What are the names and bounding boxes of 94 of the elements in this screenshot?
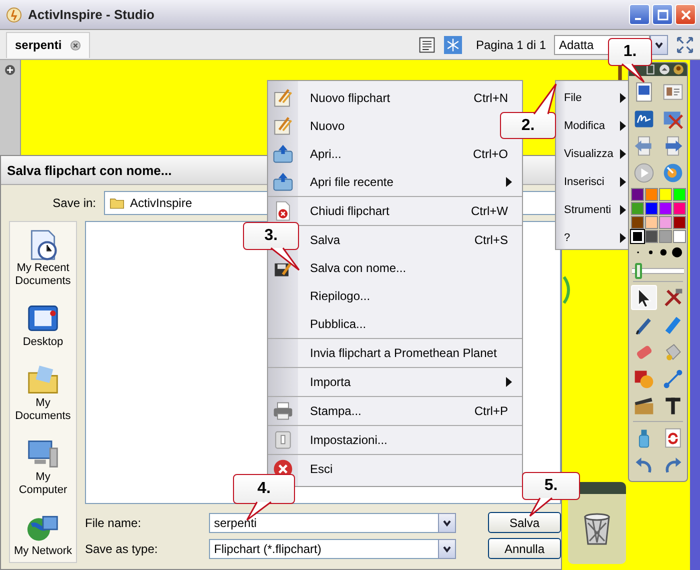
help-icon[interactable] <box>662 162 684 184</box>
place-link[interactable]: My Computer <box>10 471 76 497</box>
shortcut-label: Ctrl+P <box>474 404 508 418</box>
cancel-button[interactable]: Annulla <box>488 538 561 559</box>
caret-icon <box>442 518 452 528</box>
close-icon <box>680 8 692 20</box>
color-swatch[interactable] <box>672 230 686 243</box>
page-list-icon[interactable] <box>418 36 436 54</box>
shortcut-label: Ctrl+N <box>474 91 508 105</box>
step-tooltip: 1. <box>608 38 652 66</box>
maximize-button[interactable] <box>652 4 673 25</box>
dropdown-button[interactable] <box>438 512 456 532</box>
save-as-type-select[interactable]: Flipchart (*.flipchart) <box>209 538 438 558</box>
snowflake-icon[interactable] <box>444 36 462 54</box>
menu-item[interactable]: Invia flipchart a Promethean Planet <box>310 346 497 360</box>
file-name-label: File name: <box>85 516 142 530</box>
caret-icon <box>442 544 452 554</box>
menu-item[interactable]: Impostazioni... <box>310 433 388 447</box>
save-in-label: Save in: <box>52 196 96 210</box>
color-swatch[interactable] <box>672 216 686 229</box>
color-swatch[interactable] <box>644 216 658 229</box>
previous-page-icon[interactable] <box>632 134 654 156</box>
color-swatch[interactable] <box>630 188 644 201</box>
dropdown-button[interactable] <box>438 538 456 558</box>
color-swatch[interactable] <box>672 202 686 215</box>
callout-pointer-icon <box>271 248 299 270</box>
close-icon[interactable] <box>70 40 81 50</box>
save-as-type-label: Save as type: <box>85 542 159 556</box>
color-swatch[interactable] <box>658 230 672 243</box>
place-link[interactable]: My Recent Documents <box>10 262 76 288</box>
place-link[interactable]: Desktop <box>22 336 64 349</box>
close-button[interactable] <box>675 4 696 25</box>
menu-item[interactable]: Pubblica... <box>310 317 366 331</box>
color-swatch[interactable] <box>658 202 672 215</box>
folder-arrow-icon <box>272 143 294 165</box>
menu-item[interactable]: Chiudi flipchart <box>310 204 390 218</box>
menu-item[interactable]: Salva <box>310 233 340 247</box>
callout-pointer-icon <box>534 84 556 114</box>
color-swatch[interactable] <box>644 202 658 215</box>
page-indicator: Pagina 1 di 1 <box>476 38 546 52</box>
menu-item[interactable]: Nuovo flipchart <box>310 91 390 105</box>
color-swatch[interactable] <box>630 202 644 215</box>
pin-icon[interactable] <box>673 64 684 75</box>
callout-pointer-icon <box>622 64 644 82</box>
menu-item[interactable]: Salva con nome... <box>310 261 406 275</box>
color-swatch[interactable] <box>658 216 672 229</box>
arc-drawing <box>562 275 570 305</box>
shortcut-label: Ctrl+W <box>471 204 508 218</box>
menu-item[interactable]: Strumenti <box>564 204 614 216</box>
save-in-value: ActivInspire <box>130 196 192 210</box>
menu-item[interactable]: Importa <box>310 375 351 389</box>
pin-icon[interactable] <box>4 64 16 76</box>
printer-icon <box>272 400 294 422</box>
menu-item[interactable]: Esci <box>310 462 333 476</box>
place-link[interactable]: My Network <box>14 545 72 558</box>
color-swatch[interactable] <box>644 188 658 201</box>
color-swatch[interactable] <box>644 230 658 243</box>
dropdown-button[interactable] <box>650 34 668 54</box>
app-logo-icon <box>6 6 22 22</box>
menu-item[interactable]: Visualizza <box>564 148 614 160</box>
color-swatch[interactable] <box>672 188 686 201</box>
window-title: ActivInspire - Studio <box>28 7 154 22</box>
minimize-icon <box>635 18 641 20</box>
step-tooltip: 3. <box>243 222 299 250</box>
place-link[interactable]: My Documents <box>10 397 76 423</box>
slider-thumb[interactable] <box>634 262 642 279</box>
page-icon[interactable] <box>645 64 656 75</box>
menu-item[interactable]: Nuovo <box>310 119 345 133</box>
minimize-button[interactable] <box>629 4 650 25</box>
caret-icon <box>654 40 664 50</box>
step-tooltip: 4. <box>233 474 295 504</box>
menu-item[interactable]: ? <box>564 232 614 244</box>
color-swatch[interactable] <box>658 188 672 201</box>
callout-pointer-icon <box>247 502 271 520</box>
shortcut-label: Ctrl+S <box>474 233 508 247</box>
color-swatch[interactable] <box>630 216 644 229</box>
fullscreen-icon[interactable] <box>676 36 694 54</box>
step-tooltip: 2. <box>500 112 556 139</box>
menu-item[interactable]: File <box>564 92 614 104</box>
save-button[interactable]: Salva <box>488 512 561 533</box>
step-tooltip: 5. <box>522 472 580 500</box>
panel-icon <box>272 429 294 451</box>
flipchart-icon <box>272 87 294 109</box>
menu-item[interactable]: Riepilogo... <box>310 289 370 303</box>
menu-item[interactable]: Inserisci <box>564 176 614 188</box>
collapse-icon[interactable] <box>659 64 670 75</box>
folder-arrow-icon <box>272 171 294 193</box>
connector-icon[interactable] <box>662 368 684 390</box>
menu-item[interactable]: Stampa... <box>310 404 362 418</box>
document-tab[interactable]: serpenti <box>6 32 90 58</box>
play-icon[interactable] <box>632 162 654 184</box>
flipchart-icon <box>272 115 294 137</box>
maximize-icon <box>656 8 668 20</box>
menu-item[interactable]: Modifica <box>564 120 614 132</box>
